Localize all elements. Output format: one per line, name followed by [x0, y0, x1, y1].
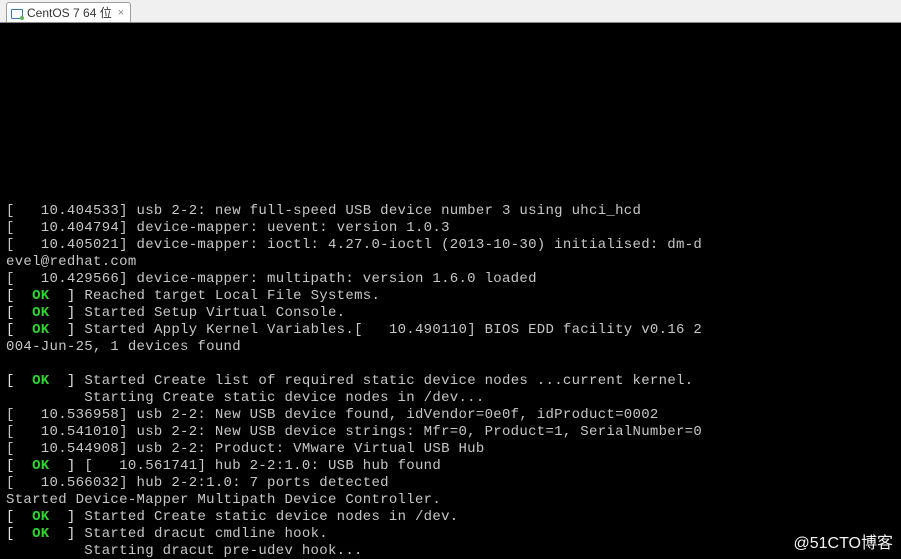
console-line: evel@redhat.com: [6, 254, 901, 271]
console-line: [ 10.404794] device-mapper: uevent: vers…: [6, 220, 901, 237]
console-line: Started Device-Mapper Multipath Device C…: [6, 492, 901, 509]
console-line: [ OK ] Reached target Local File Systems…: [6, 288, 901, 305]
console-line: [ 10.405021] device-mapper: ioctl: 4.27.…: [6, 237, 901, 254]
tab-bar: CentOS 7 64 位 ×: [0, 0, 901, 23]
console-line: [ 10.536958] usb 2-2: New USB device fou…: [6, 407, 901, 424]
console-line: 004-Jun-25, 1 devices found: [6, 339, 901, 356]
console-line: Starting dracut pre-udev hook...: [6, 543, 901, 559]
tab-title: CentOS 7 64 位: [27, 4, 112, 21]
console-line: Starting Create static device nodes in /…: [6, 390, 901, 407]
console-line: [ OK ] Started dracut cmdline hook.: [6, 526, 901, 543]
tab-centos[interactable]: CentOS 7 64 位 ×: [6, 2, 131, 22]
console-line: [ OK ] Started Create list of required s…: [6, 373, 901, 390]
console-line: [ OK ] Started Setup Virtual Console.: [6, 305, 901, 322]
console-line: [6, 356, 901, 373]
console-line: [ OK ] Started Create static device node…: [6, 509, 901, 526]
console-line: [ OK ] [ 10.561741] hub 2-2:1.0: USB hub…: [6, 458, 901, 475]
vm-icon: [11, 7, 23, 19]
console-line: [ 10.541010] usb 2-2: New USB device str…: [6, 424, 901, 441]
console-output: [ 10.404533] usb 2-2: new full-speed USB…: [0, 23, 901, 559]
console-line: [ 10.544908] usb 2-2: Product: VMware Vi…: [6, 441, 901, 458]
console-line: [ 10.404533] usb 2-2: new full-speed USB…: [6, 203, 901, 220]
console-line: [ 10.566032] hub 2-2:1.0: 7 ports detect…: [6, 475, 901, 492]
console-line: [ OK ] Started Apply Kernel Variables.[ …: [6, 322, 901, 339]
close-icon[interactable]: ×: [118, 7, 124, 19]
console-line: [ 10.429566] device-mapper: multipath: v…: [6, 271, 901, 288]
